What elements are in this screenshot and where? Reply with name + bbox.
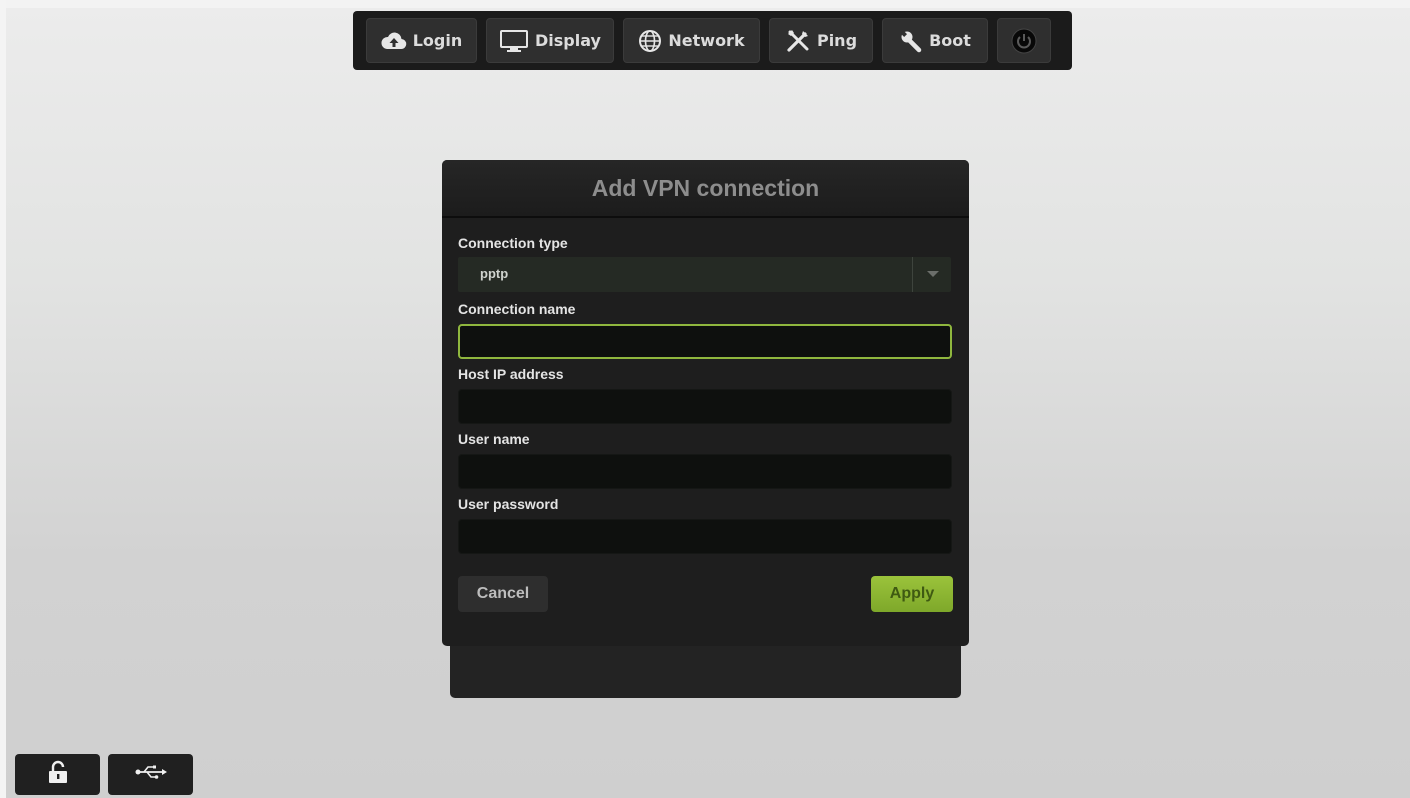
connection-type-select[interactable]: pptp [458,257,951,292]
unlock-icon [47,760,69,789]
globe-icon [638,29,662,53]
top-toolbar: Login Display Network Ping Boot [353,11,1072,70]
power-button[interactable] [997,18,1051,63]
network-button[interactable]: Network [623,18,760,63]
network-label: Network [668,31,745,50]
cancel-button[interactable]: Cancel [458,576,548,612]
chevron-down-icon[interactable] [927,271,939,277]
cloud-upload-icon [381,31,407,51]
dialog-header: Add VPN connection [442,160,969,218]
connection-name-label: Connection name [458,301,576,317]
boot-label: Boot [929,31,971,50]
display-label: Display [535,31,601,50]
host-ip-input[interactable] [458,389,952,424]
monitor-icon [499,29,529,53]
host-ip-label: Host IP address [458,366,564,382]
usb-button[interactable] [108,754,193,795]
ping-label: Ping [816,31,858,50]
dialog-title: Add VPN connection [591,174,820,201]
boot-button[interactable]: Boot [882,18,988,63]
screen-frame-left [0,0,6,798]
add-vpn-dialog: Add VPN connection Connection type pptp … [442,160,969,646]
user-name-label: User name [458,431,530,447]
connection-type-label: Connection type [458,235,568,251]
wrench-icon [899,29,923,53]
user-name-input[interactable] [458,454,952,489]
power-icon [1011,28,1037,54]
user-password-input[interactable] [458,519,952,554]
login-button[interactable]: Login [366,18,477,63]
unlock-button[interactable] [15,754,100,795]
tools-icon [785,28,811,54]
apply-button[interactable]: Apply [871,576,953,612]
usb-icon [134,764,168,785]
display-button[interactable]: Display [486,18,614,63]
ping-button[interactable]: Ping [769,18,873,63]
user-password-label: User password [458,496,559,512]
select-divider [912,257,913,292]
connection-type-value: pptp [480,266,509,281]
login-label: Login [412,31,463,50]
screen-frame-top [0,0,1410,8]
connection-name-input[interactable] [458,324,952,359]
